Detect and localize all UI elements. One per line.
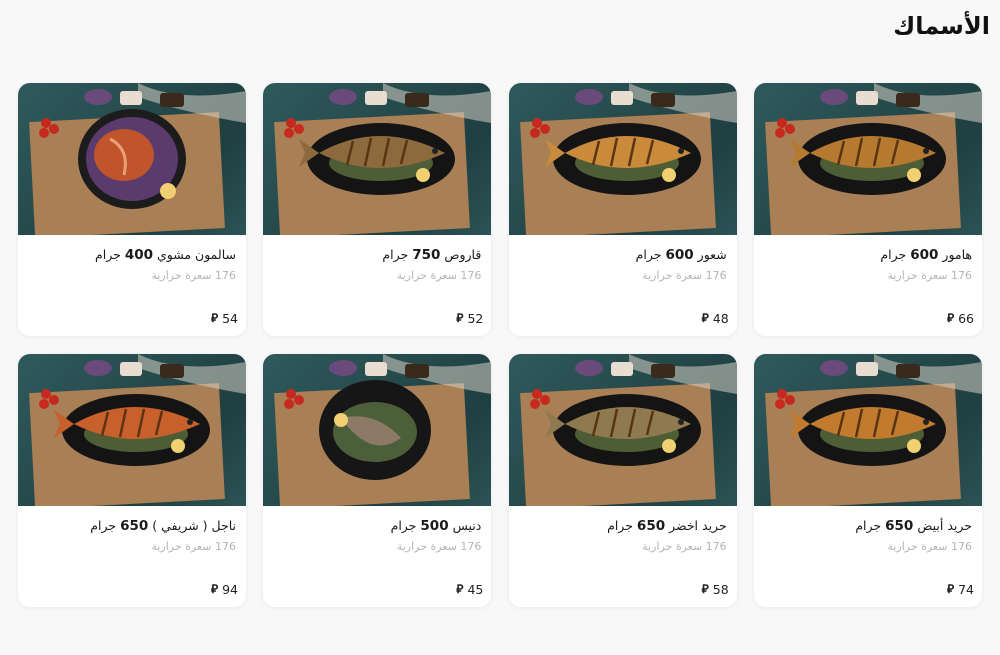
product-unit: جرام xyxy=(390,518,417,533)
dish-photo-art xyxy=(29,354,247,506)
product-title: حريد أبيض xyxy=(917,518,972,533)
price: ⃁ 74 xyxy=(754,582,974,597)
product-unit: جرام xyxy=(855,518,882,533)
product-name: سالمون مشوي 400 جرام xyxy=(28,247,236,263)
calories: 176 سعرة حرارية xyxy=(396,269,482,282)
product-title: حريد اخضر xyxy=(669,518,727,533)
dish-photo xyxy=(18,354,247,506)
product-card[interactable]: هامور 600 جرام 176 سعرة حرارية ⃁ 66 xyxy=(754,83,982,336)
product-name: دنيس 500 جرام xyxy=(273,518,482,534)
card-info: شعور 600 جرام 176 سعرة حرارية ⃁ 48 xyxy=(509,235,737,336)
product-card[interactable]: شعور 600 جرام 176 سعرة حرارية ⃁ 48 xyxy=(508,83,737,336)
price-value: 58 xyxy=(712,582,729,597)
product-name: هامور 600 جرام xyxy=(764,247,972,263)
riyal-icon: ⃁ xyxy=(701,582,709,596)
product-weight: 650 xyxy=(120,518,149,534)
price-value: 74 xyxy=(958,582,974,597)
product-title: قاروص xyxy=(444,247,482,262)
price: ⃁ 94 xyxy=(18,582,238,597)
product-title: هامور xyxy=(942,247,972,262)
card-info: دنيس 500 جرام 176 سعرة حرارية ⃁ 45 xyxy=(263,506,491,607)
product-title: شعور xyxy=(697,247,727,262)
price: ⃁ 66 xyxy=(754,311,974,326)
card-info: ناجل ( شريفي ) 650 جرام 176 سعرة حرارية … xyxy=(18,506,246,607)
product-unit: جرام xyxy=(635,247,662,262)
product-unit: جرام xyxy=(880,247,907,262)
product-name: شعور 600 جرام xyxy=(519,247,727,263)
product-unit: جرام xyxy=(94,247,121,262)
price: ⃁ 54 xyxy=(18,311,238,326)
dish-photo xyxy=(754,83,982,235)
price-value: 54 xyxy=(222,311,239,326)
product-weight: 750 xyxy=(412,247,441,263)
product-card[interactable]: قاروص 750 جرام 176 سعرة حرارية ⃁ 52 xyxy=(263,83,492,336)
product-card[interactable]: سالمون مشوي 400 جرام 176 سعرة حرارية ⃁ 5… xyxy=(18,83,247,336)
dish-photo xyxy=(754,354,982,506)
price: ⃁ 58 xyxy=(509,582,729,597)
price: ⃁ 45 xyxy=(263,582,483,597)
product-unit: جرام xyxy=(607,518,633,533)
dish-photo-art xyxy=(519,83,737,235)
dish-photo-art xyxy=(274,354,492,506)
price-value: 66 xyxy=(958,311,974,326)
product-weight: 600 xyxy=(665,247,694,263)
dish-photo xyxy=(508,354,737,506)
dish-photo-art xyxy=(765,354,982,506)
dish-photo-art xyxy=(765,83,982,235)
card-info: حريد أبيض 650 جرام 176 سعرة حرارية ⃁ 74 xyxy=(754,506,982,607)
calories: 176 سعرة حرارية xyxy=(396,540,482,553)
calories: 176 سعرة حرارية xyxy=(887,269,972,282)
dish-photo xyxy=(508,83,737,235)
product-card[interactable]: حريد اخضر 650 جرام 176 سعرة حرارية ⃁ 58 xyxy=(508,354,737,607)
product-weight: 400 xyxy=(124,247,153,263)
product-title: ناجل ( شريفي ) xyxy=(152,518,237,533)
dish-photo xyxy=(263,83,492,235)
price: ⃁ 48 xyxy=(509,311,729,326)
product-title: سالمون مشوي xyxy=(156,247,237,262)
price-value: 94 xyxy=(222,582,239,597)
product-weight: 650 xyxy=(885,518,914,534)
card-info: حريد اخضر 650 جرام 176 سعرة حرارية ⃁ 58 xyxy=(509,506,737,607)
product-weight: 650 xyxy=(636,518,666,534)
product-weight: 600 xyxy=(910,247,939,263)
dish-photo xyxy=(18,83,247,235)
card-info: قاروص 750 جرام 176 سعرة حرارية ⃁ 52 xyxy=(263,235,491,336)
riyal-icon: ⃁ xyxy=(210,582,219,596)
price-value: 48 xyxy=(712,311,729,326)
card-info: سالمون مشوي 400 جرام 176 سعرة حرارية ⃁ 5… xyxy=(18,235,246,336)
product-card[interactable]: دنيس 500 جرام 176 سعرة حرارية ⃁ 45 xyxy=(263,354,492,607)
riyal-icon: ⃁ xyxy=(456,582,464,596)
product-name: حريد اخضر 650 جرام xyxy=(519,518,727,534)
calories: 176 سعرة حرارية xyxy=(887,540,972,553)
product-grid: هامور 600 جرام 176 سعرة حرارية ⃁ 66 xyxy=(18,83,982,607)
price: ⃁ 52 xyxy=(263,311,483,326)
calories: 176 سعرة حرارية xyxy=(151,269,237,282)
product-name: ناجل ( شريفي ) 650 جرام xyxy=(28,518,236,534)
riyal-icon: ⃁ xyxy=(210,311,219,325)
card-info: هامور 600 جرام 176 سعرة حرارية ⃁ 66 xyxy=(754,235,982,336)
product-name: قاروص 750 جرام xyxy=(273,247,481,263)
product-title: دنيس xyxy=(452,518,482,533)
calories: 176 سعرة حرارية xyxy=(151,540,237,553)
riyal-icon: ⃁ xyxy=(456,311,464,325)
product-unit: جرام xyxy=(382,247,409,262)
dish-photo-art xyxy=(519,354,737,506)
riyal-icon: ⃁ xyxy=(946,311,955,325)
product-name: حريد أبيض 650 جرام xyxy=(764,518,972,534)
price-value: 45 xyxy=(467,582,484,597)
product-weight: 500 xyxy=(420,518,449,534)
calories: 176 سعرة حرارية xyxy=(642,540,727,553)
riyal-icon: ⃁ xyxy=(701,311,709,325)
product-unit: جرام xyxy=(90,518,117,533)
calories: 176 سعرة حرارية xyxy=(642,269,727,282)
dish-photo-art xyxy=(274,83,492,235)
product-card[interactable]: ناجل ( شريفي ) 650 جرام 176 سعرة حرارية … xyxy=(18,354,247,607)
dish-photo-art xyxy=(29,83,247,235)
dish-photo xyxy=(263,354,492,506)
product-card[interactable]: حريد أبيض 650 جرام 176 سعرة حرارية ⃁ 74 xyxy=(754,354,982,607)
section-title: الأسماك xyxy=(893,12,990,40)
price-value: 52 xyxy=(467,311,484,326)
riyal-icon: ⃁ xyxy=(946,582,955,596)
